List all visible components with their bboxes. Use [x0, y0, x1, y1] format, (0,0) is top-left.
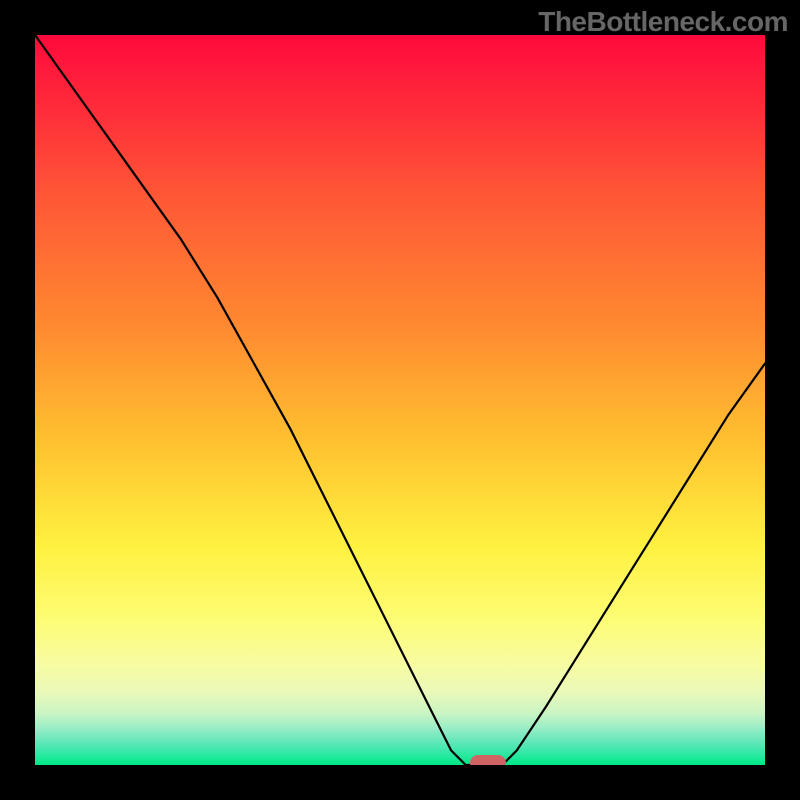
watermark-text: TheBottleneck.com: [538, 6, 788, 38]
chart-container: TheBottleneck.com: [0, 0, 800, 800]
bottleneck-curve: [35, 35, 765, 765]
plot-area: [35, 35, 765, 765]
optimum-marker: [470, 755, 506, 765]
